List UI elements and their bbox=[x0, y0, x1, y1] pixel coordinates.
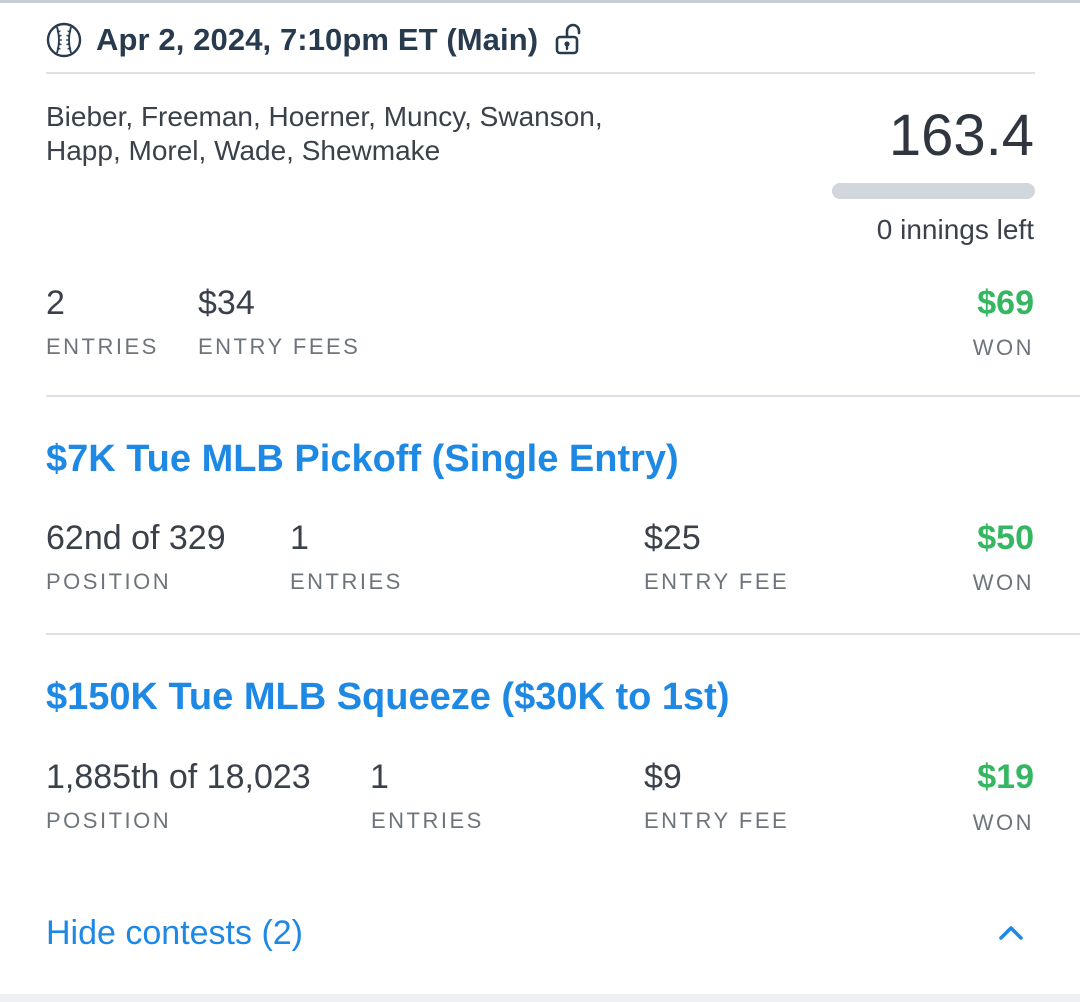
entries-label: ENTRIES bbox=[371, 808, 484, 833]
slate-title: Apr 2, 2024, 7:10pm ET (Main) bbox=[96, 22, 539, 57]
entry-fee-label: ENTRY FEE bbox=[644, 569, 790, 594]
entry-fees-label: ENTRY FEES bbox=[198, 334, 361, 359]
baseball-icon bbox=[46, 22, 82, 58]
unlocked-icon[interactable] bbox=[554, 23, 584, 57]
won-label: WON bbox=[972, 335, 1034, 360]
entries-label: ENTRIES bbox=[290, 569, 403, 594]
top-divider bbox=[0, 0, 1080, 3]
won-label: WON bbox=[972, 810, 1034, 835]
contest-entries: 1 bbox=[370, 758, 389, 796]
section-divider bbox=[46, 633, 1080, 635]
contest-won-amount: $19 bbox=[977, 758, 1034, 796]
chevron-up-icon[interactable] bbox=[996, 922, 1026, 944]
lineup-line: Happ, Morel, Wade, Shewmake bbox=[46, 135, 441, 166]
contest-title-link[interactable]: $7K Tue MLB Pickoff (Single Entry) bbox=[46, 438, 679, 481]
entries-count: 2 bbox=[46, 284, 65, 322]
slate-header: Apr 2, 2024, 7:10pm ET (Main) bbox=[46, 20, 584, 60]
entries-label: ENTRIES bbox=[46, 334, 159, 359]
bottom-edge bbox=[0, 994, 1080, 1002]
contest-entry-fee: $9 bbox=[644, 758, 682, 796]
position-label: POSITION bbox=[46, 808, 172, 833]
contest-position: 1,885th of 18,023 bbox=[46, 758, 311, 796]
lineup-score: 163.4 bbox=[888, 103, 1034, 168]
contest-won-amount: $50 bbox=[977, 519, 1034, 557]
contest-entry-fee: $25 bbox=[644, 519, 701, 557]
contest-title-link[interactable]: $150K Tue MLB Squeeze ($30K to 1st) bbox=[46, 676, 729, 719]
innings-left: 0 innings left bbox=[876, 214, 1034, 245]
hide-contests-link[interactable]: Hide contests (2) bbox=[46, 914, 303, 953]
innings-progress-bar bbox=[832, 183, 1035, 199]
entry-fee-label: ENTRY FEE bbox=[644, 808, 790, 833]
section-divider bbox=[46, 395, 1080, 397]
total-won-amount: $69 bbox=[977, 284, 1034, 322]
header-divider bbox=[46, 72, 1035, 74]
position-label: POSITION bbox=[46, 569, 172, 594]
contest-entries: 1 bbox=[290, 519, 309, 557]
contest-position: 62nd of 329 bbox=[46, 519, 226, 557]
entry-fees-total: $34 bbox=[198, 284, 255, 322]
lineup-line: Bieber, Freeman, Hoerner, Muncy, Swanson… bbox=[46, 101, 603, 132]
won-label: WON bbox=[972, 570, 1034, 595]
lineup-players: Bieber, Freeman, Hoerner, Muncy, Swanson… bbox=[46, 100, 766, 168]
